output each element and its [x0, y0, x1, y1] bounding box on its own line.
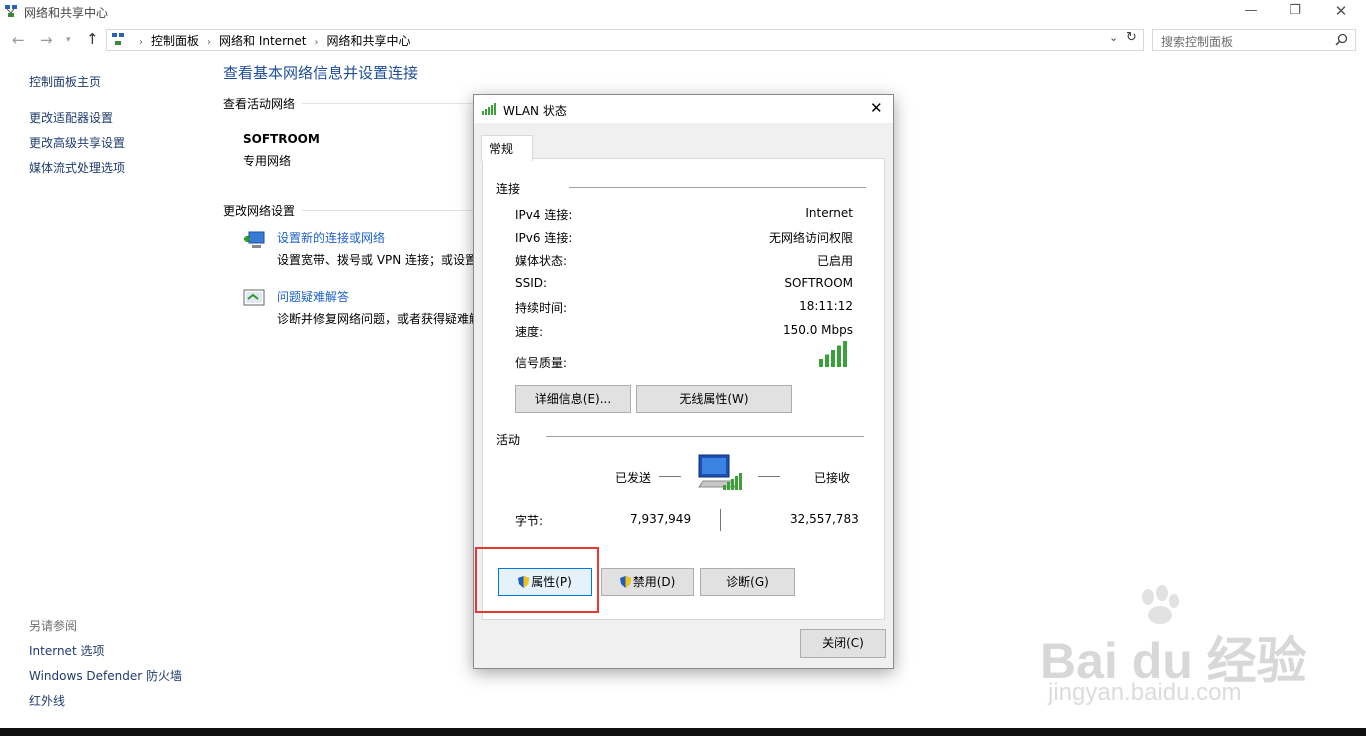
signal-bar — [825, 354, 829, 367]
activity-heading: 活动 — [496, 433, 521, 447]
search-icon[interactable] — [1335, 33, 1348, 46]
duration-label: 持续时间: — [515, 301, 568, 315]
breadcrumb-control-panel[interactable]: 控制面板 — [151, 34, 199, 48]
section-divider — [546, 436, 864, 437]
breadcrumb-separator-icon: › — [139, 37, 143, 48]
back-arrow-icon[interactable]: ← — [12, 31, 25, 49]
connection-heading: 连接 — [496, 182, 521, 196]
highlight-box — [475, 547, 599, 613]
sent-label: 已发送 — [615, 471, 652, 485]
baidu-paw-logo — [1142, 585, 1179, 624]
recent-locations-chevron-icon[interactable]: ▾ — [66, 35, 71, 45]
search-placeholder: 搜索控制面板 — [1161, 35, 1234, 49]
taskbar — [0, 728, 1366, 736]
section-divider — [302, 210, 474, 211]
dialog-title-bar: WLAN 状态 ✕ — [474, 95, 893, 123]
address-bar[interactable]: › 控制面板 › 网络和 Internet › 网络和共享中心 ⌄ ↻ — [106, 29, 1144, 51]
ssid-value: SOFTROOM — [784, 276, 853, 290]
sidebar-item-control-panel-home[interactable]: 控制面板主页 — [29, 73, 101, 90]
dialog-close-button[interactable]: 关闭(C) — [800, 629, 886, 658]
disable-button[interactable]: 禁用(D) — [601, 568, 694, 596]
network-type: 专用网络 — [243, 154, 292, 168]
media-state-value: 已启用 — [816, 254, 853, 268]
window-title-bar: 网络和共享中心 — ❐ ✕ — [0, 0, 1366, 24]
network-name: SOFTROOM — [243, 132, 320, 146]
troubleshoot-desc: 诊断并修复网络问题，或者获得疑难解 — [277, 312, 473, 326]
breadcrumb: › 控制面板 › 网络和 Internet › 网络和共享中心 — [131, 32, 411, 49]
breadcrumb-separator-icon: › — [207, 37, 212, 48]
see-also-internet-options[interactable]: Internet 选项 — [29, 642, 104, 659]
bytes-divider — [720, 509, 721, 531]
section-divider — [569, 187, 866, 188]
duration-value: 18:11:12 — [799, 299, 853, 313]
change-settings-heading: 更改网络设置 — [223, 204, 296, 218]
sent-connector-line — [659, 476, 681, 477]
tab-general[interactable]: 常规 — [481, 135, 533, 161]
search-input[interactable]: 搜索控制面板 — [1152, 29, 1356, 51]
network-center-icon — [5, 5, 17, 17]
sidebar-item-media-streaming[interactable]: 媒体流式处理选项 — [29, 159, 125, 176]
breadcrumb-network-internet[interactable]: 网络和 Internet — [219, 34, 306, 48]
close-icon[interactable]: ✕ — [1318, 0, 1364, 24]
control-panel-icon — [112, 33, 124, 45]
signal-bar — [843, 341, 847, 367]
tab-general-label: 常规 — [489, 142, 514, 156]
troubleshoot-icon — [243, 289, 265, 306]
restore-icon[interactable]: ❐ — [1272, 0, 1318, 24]
signal-bar — [831, 350, 835, 367]
wifi-signal-icon — [482, 103, 496, 115]
sidebar-item-adapter-settings[interactable]: 更改适配器设置 — [29, 109, 113, 126]
active-networks-heading: 查看活动网络 — [223, 97, 296, 111]
disable-button-label: 禁用(D) — [632, 575, 676, 589]
dialog-close-icon[interactable]: ✕ — [870, 99, 883, 117]
up-arrow-icon[interactable]: ↑ — [86, 30, 99, 48]
forward-arrow-icon[interactable]: → — [40, 31, 53, 49]
received-label: 已接收 — [814, 471, 851, 485]
breadcrumb-network-sharing-center[interactable]: 网络和共享中心 — [326, 34, 410, 48]
setup-new-connection-link[interactable]: 设置新的连接或网络 — [277, 229, 385, 246]
speed-value: 150.0 Mbps — [782, 323, 853, 337]
signal-quality-label: 信号质量: — [515, 356, 568, 370]
network-computer-icon — [698, 454, 742, 490]
ipv4-value: Internet — [805, 206, 853, 220]
ipv6-label: IPv6 连接: — [515, 231, 573, 245]
refresh-icon[interactable]: ↻ — [1126, 30, 1137, 45]
section-divider — [302, 103, 474, 104]
window-title: 网络和共享中心 — [24, 6, 109, 20]
received-connector-line — [758, 476, 780, 477]
wireless-properties-button[interactable]: 无线属性(W) — [636, 385, 792, 413]
ssid-label: SSID: — [515, 276, 548, 290]
uac-shield-icon — [619, 576, 631, 588]
minimize-icon[interactable]: — — [1228, 0, 1274, 24]
page-title: 查看基本网络信息并设置连接 — [223, 64, 419, 82]
bytes-sent-value: 7,937,949 — [630, 512, 692, 526]
ipv4-label: IPv4 连接: — [515, 208, 573, 222]
see-also-defender-firewall[interactable]: Windows Defender 防火墙 — [29, 667, 182, 684]
see-also-heading: 另请参阅 — [29, 619, 78, 633]
diagnose-button[interactable]: 诊断(G) — [700, 568, 795, 596]
see-also-infrared[interactable]: 红外线 — [29, 692, 65, 709]
breadcrumb-separator-icon: › — [314, 37, 319, 48]
dialog-title: WLAN 状态 — [503, 104, 567, 118]
details-button[interactable]: 详细信息(E)... — [515, 385, 631, 413]
sidebar-item-advanced-sharing[interactable]: 更改高级共享设置 — [29, 134, 125, 151]
address-dropdown-chevron-icon[interactable]: ⌄ — [1109, 31, 1118, 44]
signal-bar — [819, 359, 823, 367]
new-connection-icon — [244, 231, 265, 248]
speed-label: 速度: — [515, 325, 544, 339]
signal-quality-bars — [819, 341, 847, 367]
watermark-url: jingyan.baidu.com — [1048, 679, 1242, 706]
bytes-label: 字节: — [515, 514, 544, 528]
setup-new-connection-desc: 设置宽带、拨号或 VPN 连接；或设置 — [277, 253, 473, 267]
troubleshoot-link[interactable]: 问题疑难解答 — [277, 288, 349, 305]
signal-bar — [837, 345, 841, 367]
ipv6-value: 无网络访问权限 — [768, 231, 853, 245]
media-state-label: 媒体状态: — [515, 254, 568, 268]
bytes-received-value: 32,557,783 — [790, 512, 859, 526]
